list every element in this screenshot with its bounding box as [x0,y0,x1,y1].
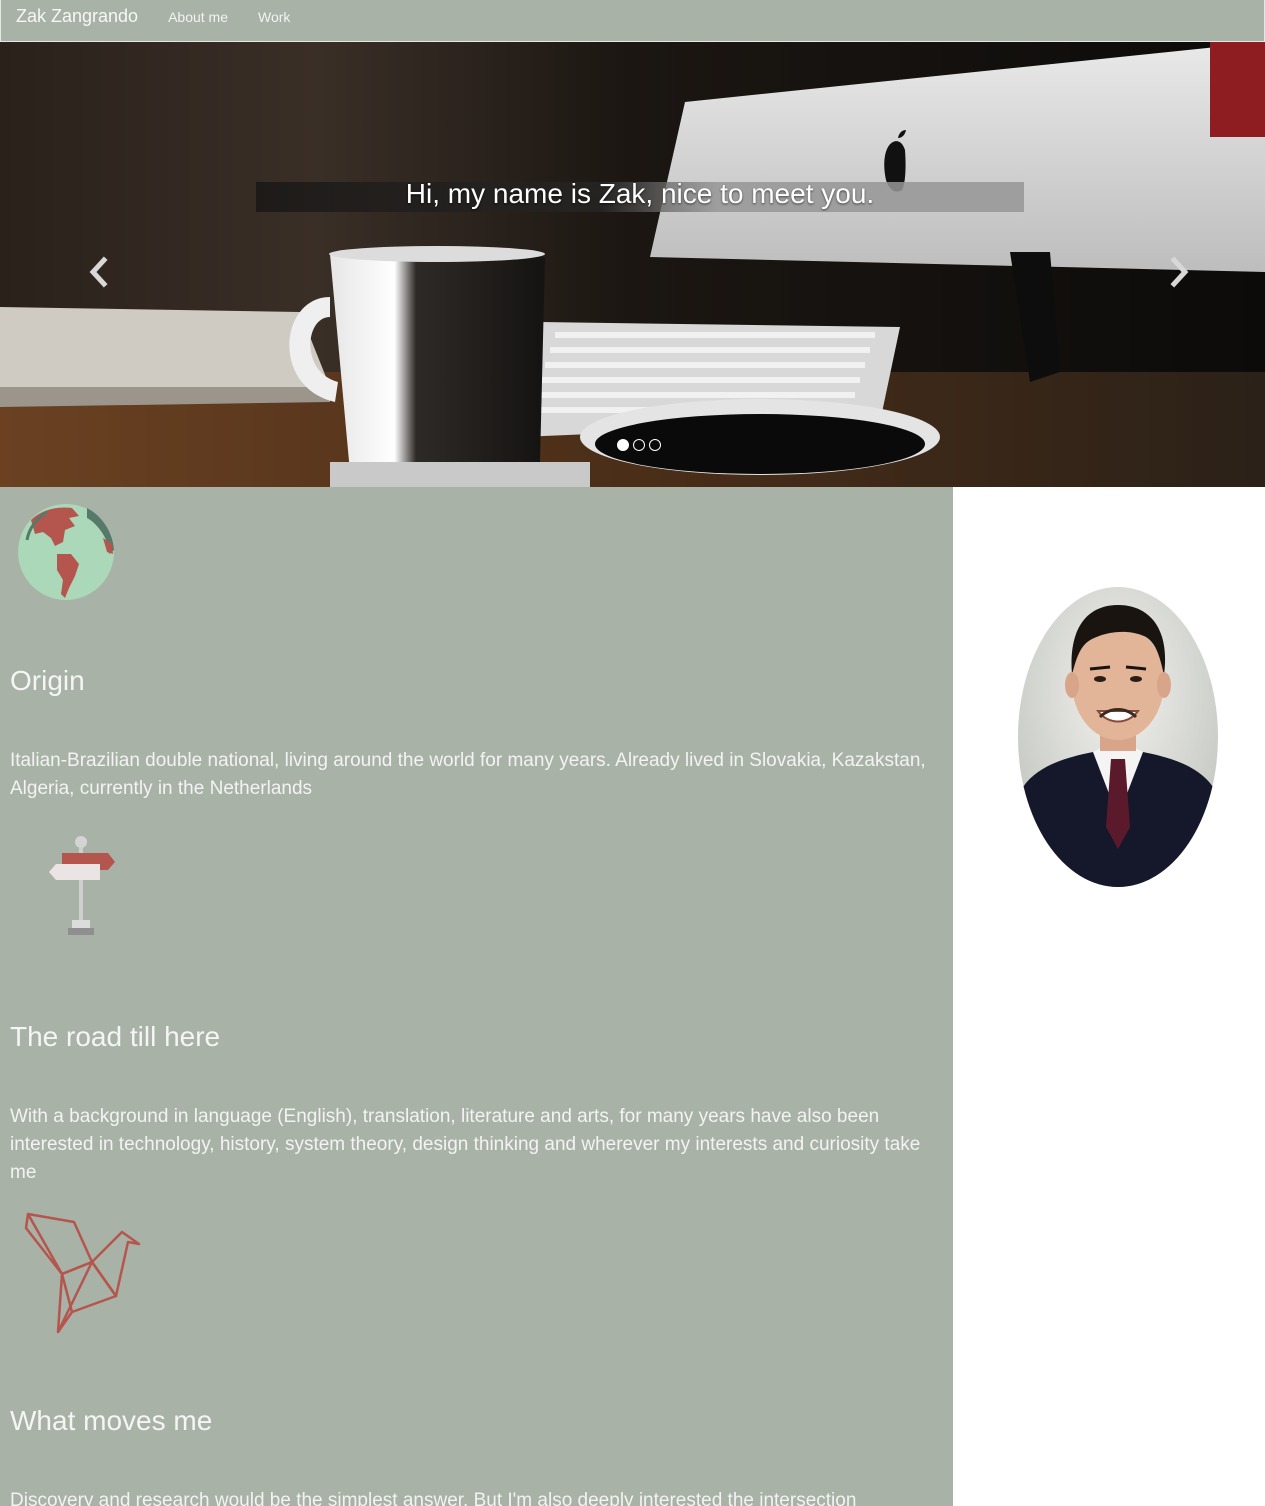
carousel-next-button[interactable] [1160,247,1200,297]
hero-carousel: Hi, my name is Zak, nice to meet you. [0,42,1265,487]
chevron-left-icon [89,256,108,288]
section-title-moves: What moves me [10,1405,213,1436]
nav-link-about-me[interactable]: About me [153,0,243,25]
carousel-caption: Hi, my name is Zak, nice to meet you. [405,178,875,209]
about-panel [0,487,953,1506]
section-text-origin: Italian-Brazilian double national, livin… [10,750,926,799]
carousel-indicator-1[interactable] [617,439,629,451]
chevron-right-icon [1170,256,1189,288]
navbar: Zak Zangrando About me Work [0,0,1265,42]
carousel-indicator-2[interactable] [633,439,645,451]
section-text-road: With a background in language (English),… [10,1106,921,1183]
carousel-prev-button[interactable] [78,247,118,297]
carousel-indicators [617,439,661,451]
brand-link[interactable]: Zak Zangrando [1,0,153,27]
section-title-origin: Origin [10,665,85,696]
origami-bird-icon [24,1212,141,1334]
hero-image [0,42,1265,487]
section-text-moves: Discovery and research would be the simp… [10,1490,857,1506]
carousel-indicator-3[interactable] [649,439,661,451]
globe-icon [18,504,114,600]
nav-link-work[interactable]: Work [243,0,305,25]
signpost-icon [49,836,115,935]
section-title-road: The road till here [10,1021,221,1052]
profile-photo [1018,587,1218,887]
